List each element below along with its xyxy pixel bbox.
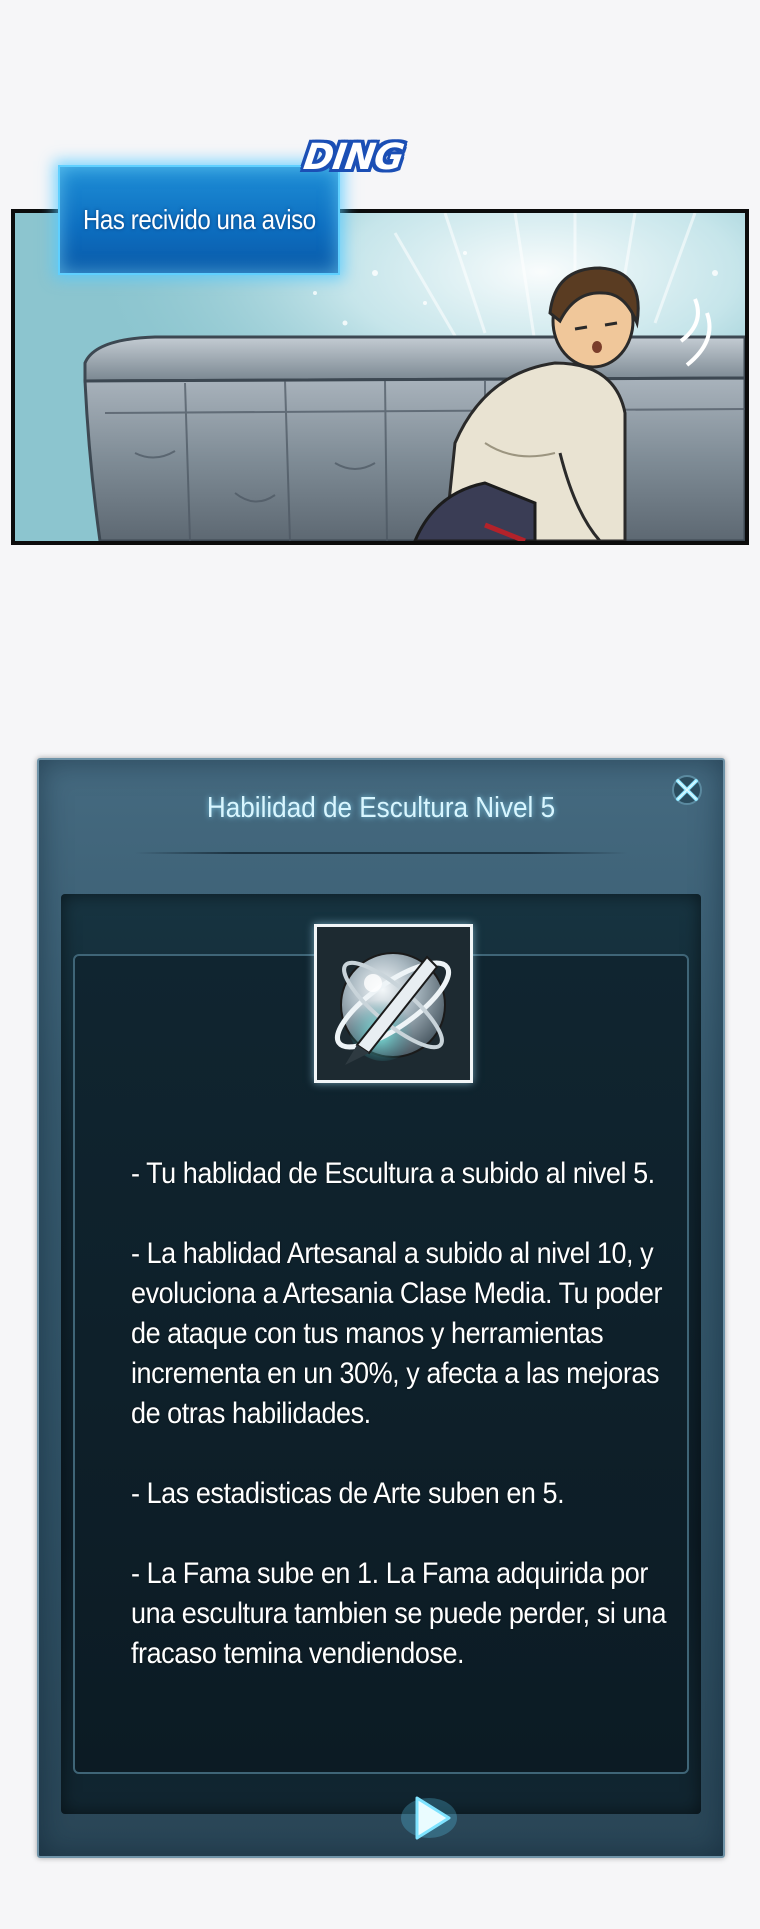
description-paragraph: - Tu hablidad de Escultura a subido al n… — [131, 1157, 655, 1190]
sculpture-orb-icon — [314, 924, 473, 1083]
title-divider — [135, 852, 627, 854]
next-arrow-icon[interactable] — [399, 1790, 459, 1846]
notification-banner: Has recivido una aviso — [58, 165, 340, 275]
skill-level-window: Habilidad de Escultura Nivel 5 - Tu habl… — [37, 758, 725, 1858]
description-paragraph: - Las estadisticas de Arte suben en 5. — [131, 1477, 565, 1510]
skill-description: - Tu hablidad de Escultura a subido al n… — [131, 1154, 691, 1674]
close-icon[interactable] — [667, 770, 707, 810]
description-paragraph: - La hablidad Artesanal a subido al nive… — [131, 1237, 663, 1430]
content-panel: - Tu hablidad de Escultura a subido al n… — [61, 894, 701, 1840]
window-title: Habilidad de Escultura Nivel 5 — [206, 792, 556, 824]
notification-text: Has recivido una aviso — [82, 204, 316, 235]
description-paragraph: - La Fama sube en 1. La Fama adquirida p… — [131, 1557, 667, 1670]
sound-effect-text: DING — [301, 137, 406, 178]
